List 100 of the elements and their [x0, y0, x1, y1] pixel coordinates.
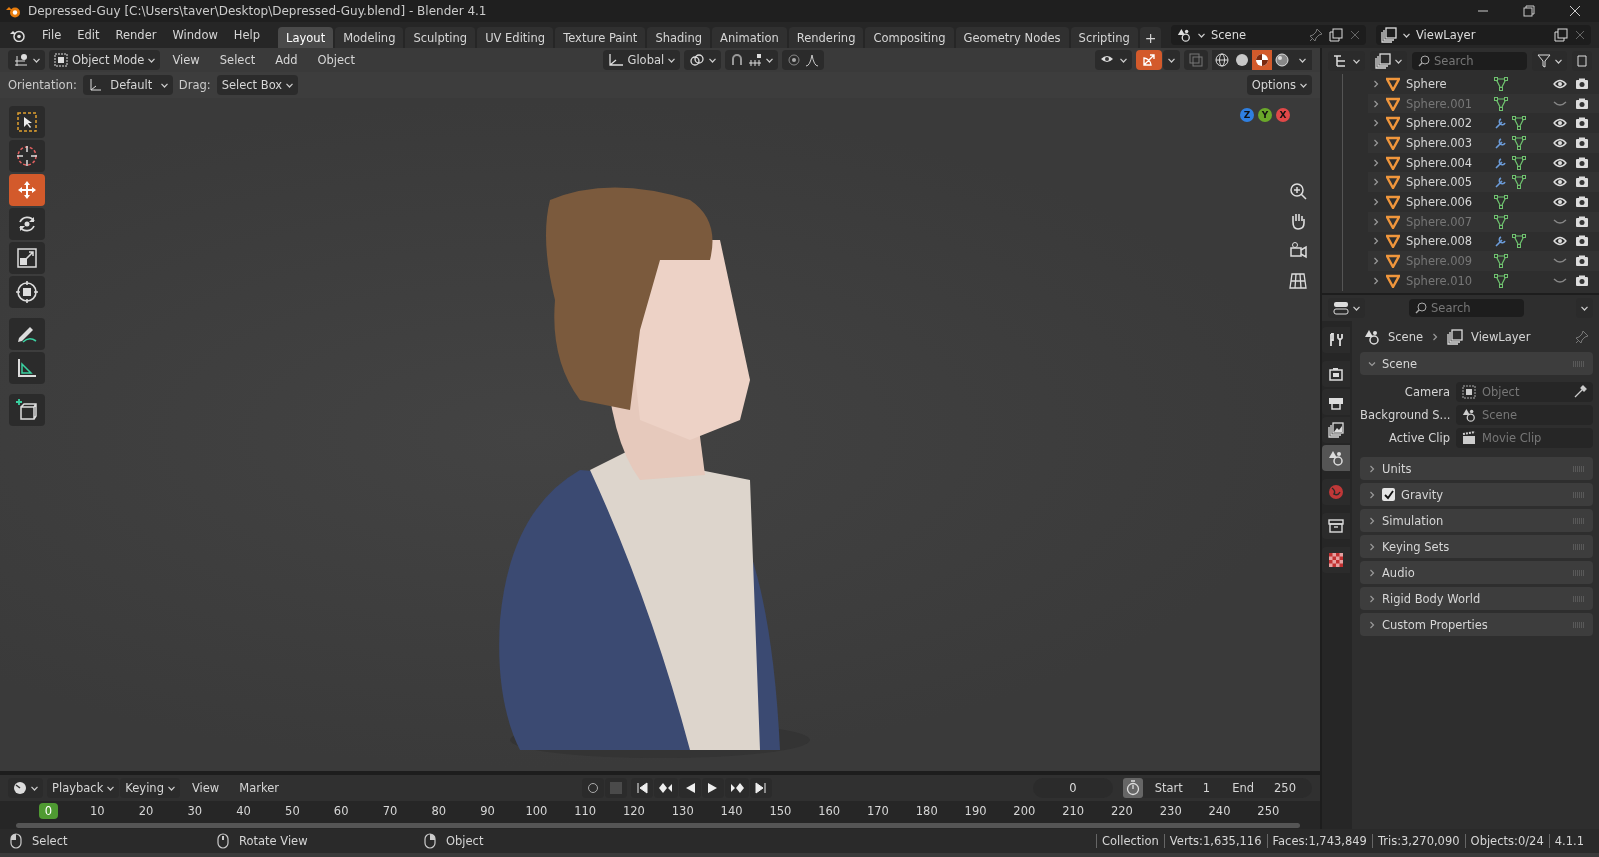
current-frame-field[interactable]: 0	[1032, 778, 1113, 798]
panel-header[interactable]: Gravity	[1360, 483, 1593, 506]
search-field[interactable]: Search	[1409, 299, 1524, 317]
properties-tab[interactable]	[1322, 445, 1350, 471]
workspace-tab[interactable]: Rendering	[788, 27, 864, 48]
axis-label[interactable]: X	[1276, 108, 1290, 122]
axis-label[interactable]: Z	[1240, 108, 1254, 122]
menu-item[interactable]: Object	[309, 50, 363, 70]
add-workspace-button[interactable]: +	[1139, 27, 1162, 48]
shading-mode-button[interactable]	[1272, 50, 1292, 70]
mesh-data-icon[interactable]	[1494, 273, 1508, 288]
chevron-icon[interactable]	[1372, 99, 1380, 108]
drag-dropdown[interactable]: Select Box	[216, 75, 299, 95]
mesh-data-icon[interactable]	[1512, 175, 1526, 190]
wrench-icon[interactable]	[1494, 175, 1508, 190]
search-field[interactable]: Search	[1412, 52, 1527, 70]
drag-handle-icon[interactable]	[1573, 360, 1585, 367]
timeline-scrollbar[interactable]	[16, 823, 1300, 828]
chevron-icon[interactable]	[1368, 359, 1376, 368]
drag-handle-icon[interactable]	[1573, 517, 1585, 524]
workspace-tab[interactable]: Modeling	[335, 27, 404, 48]
camera-icon[interactable]	[1575, 255, 1589, 268]
workspace-tab[interactable]: Scripting	[1070, 27, 1138, 48]
eye-icon[interactable]	[1553, 137, 1567, 148]
drag-handle-icon[interactable]	[1573, 595, 1585, 602]
shading-dropdown[interactable]	[1292, 50, 1312, 70]
orientation-dropdown[interactable]: Global	[602, 50, 681, 70]
editor-type-button[interactable]	[8, 778, 43, 798]
shading-mode-button[interactable]	[1252, 50, 1272, 70]
menu-item[interactable]: Add	[267, 50, 306, 70]
chevron-icon[interactable]	[1372, 276, 1380, 285]
mesh-data-icon[interactable]	[1494, 96, 1508, 111]
chevron-icon[interactable]	[1372, 197, 1380, 206]
eye-icon[interactable]	[1553, 157, 1567, 168]
object-name[interactable]: Sphere.004	[1406, 155, 1488, 170]
chevron-icon[interactable]	[1368, 464, 1376, 473]
mode-dropdown[interactable]: Object Mode	[49, 50, 161, 70]
workspace-tab[interactable]: Texture Paint	[555, 27, 646, 48]
eye-icon[interactable]	[1553, 196, 1567, 207]
chevron-icon[interactable]	[1431, 333, 1440, 341]
playhead-frame-badge[interactable]: 0	[38, 803, 59, 819]
mesh-data-icon[interactable]	[1512, 135, 1526, 150]
menu-item[interactable]: View	[164, 50, 208, 70]
menu-item[interactable]: Render	[107, 25, 165, 45]
pivot-dropdown[interactable]	[684, 50, 722, 70]
properties-tab[interactable]	[1322, 389, 1350, 415]
record-button[interactable]	[581, 778, 604, 798]
chevron-icon[interactable]	[1372, 158, 1380, 167]
chevron-icon[interactable]	[1368, 490, 1376, 499]
eye-icon[interactable]	[1553, 118, 1567, 129]
chevron-icon[interactable]	[1372, 257, 1380, 266]
view-layer-selector[interactable]: ViewLayer	[1376, 25, 1591, 45]
gizmo-dropdown[interactable]	[1163, 50, 1180, 70]
editor-type-button[interactable]	[8, 50, 45, 70]
mesh-data-icon[interactable]	[1512, 234, 1526, 249]
properties-tab[interactable]	[1322, 327, 1350, 353]
eye-icon[interactable]	[1553, 236, 1567, 247]
mesh-data-icon[interactable]	[1494, 76, 1508, 91]
visibility-dropdown[interactable]	[1095, 50, 1132, 70]
panel-header[interactable]: Scene	[1360, 352, 1593, 375]
proportional-edit-button[interactable]	[782, 50, 825, 70]
tool-button[interactable]	[9, 140, 45, 172]
drag-handle-icon[interactable]	[1573, 491, 1585, 498]
camera-icon[interactable]	[1575, 176, 1589, 189]
menu-item[interactable]: Marker	[231, 778, 287, 798]
panel-header[interactable]: Keying Sets	[1360, 535, 1593, 558]
play-reverse-button[interactable]	[678, 778, 701, 798]
camera-icon[interactable]	[1575, 235, 1589, 248]
panel-header[interactable]: Audio	[1360, 561, 1593, 584]
chevron-icon[interactable]	[1368, 568, 1376, 577]
camera-icon[interactable]	[1575, 215, 1589, 228]
workspace-tab[interactable]: Animation	[712, 27, 787, 48]
object-name[interactable]: Sphere.002	[1406, 116, 1488, 131]
zoom-icon[interactable]	[1287, 180, 1309, 202]
object-name[interactable]: Sphere.006	[1406, 194, 1488, 209]
wrench-icon[interactable]	[1494, 135, 1508, 150]
grid-icon[interactable]	[1287, 270, 1309, 292]
properties-tab[interactable]	[1322, 513, 1350, 539]
pin-icon[interactable]	[1575, 330, 1589, 344]
workspace-tab[interactable]: Shading	[647, 27, 711, 48]
options-dropdown[interactable]: Options	[1246, 75, 1312, 95]
wrench-icon[interactable]	[1494, 155, 1508, 170]
checkbox[interactable]	[1382, 488, 1395, 501]
camera-icon[interactable]	[1575, 156, 1589, 169]
orientation-dropdown[interactable]: Default	[82, 75, 173, 95]
camera-icon[interactable]	[1575, 77, 1589, 90]
end-frame-field[interactable]: End 250	[1222, 781, 1306, 795]
menu-item[interactable]: Select	[211, 50, 264, 70]
chevron-icon[interactable]	[1372, 178, 1380, 187]
shading-mode-button[interactable]	[1212, 50, 1232, 70]
drag-handle-icon[interactable]	[1573, 621, 1585, 628]
eye-icon[interactable]	[1553, 177, 1567, 188]
tool-button[interactable]	[9, 318, 45, 350]
camera-icon[interactable]	[1575, 274, 1589, 287]
chevron-icon[interactable]	[1372, 217, 1380, 226]
wrench-icon[interactable]	[1494, 234, 1508, 249]
chevron-icon[interactable]	[1368, 516, 1376, 525]
camera-icon[interactable]	[1575, 195, 1589, 208]
workspace-tab[interactable]: Compositing	[865, 27, 954, 48]
scene-selector[interactable]: Scene	[1171, 25, 1366, 45]
